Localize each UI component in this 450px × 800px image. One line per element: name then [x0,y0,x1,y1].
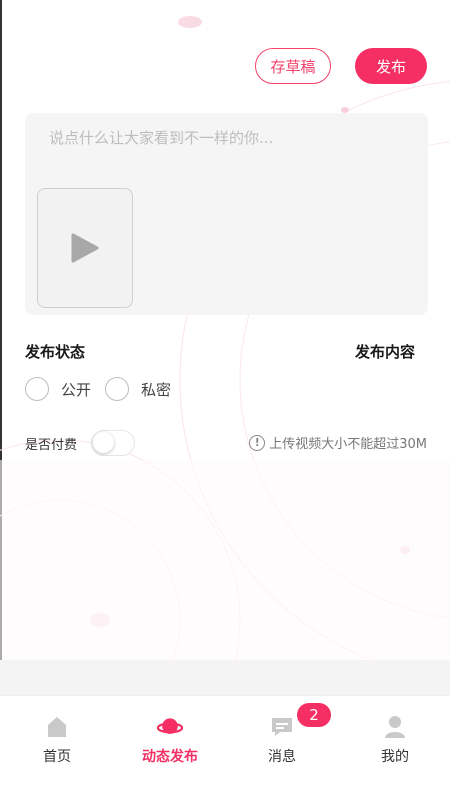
radio-public-label: 公开 [61,380,92,399]
tab-profile-label: 我的 [381,749,409,765]
radio-private-label: 私密 [141,380,172,399]
video-upload-button[interactable] [37,188,133,308]
upload-hint-text: 上传视频大小不能超过30M [269,437,427,452]
publish-status-title: 发布状态 [25,343,86,361]
compose-card [25,113,428,315]
tab-home-label: 首页 [43,749,71,765]
radio-circle[interactable] [105,377,130,401]
toggle-knob[interactable] [93,432,115,453]
content-bottom-strip [0,660,450,695]
message-badge: 2 [297,703,331,727]
paid-toggle[interactable] [91,430,136,456]
upload-size-hint: ! 上传视频大小不能超过30M [249,433,427,452]
publish-button[interactable]: 发布 [355,48,427,84]
info-icon: ! [249,434,266,451]
radio-circle[interactable] [25,377,49,401]
publish-content-title[interactable]: 发布内容 [355,341,415,362]
radio-public[interactable]: 公开 [25,377,91,401]
tab-home[interactable]: 首页 [17,714,97,766]
background-decoration [0,16,450,660]
tab-profile[interactable]: 我的 [355,714,435,766]
tab-messages-label: 消息 [268,749,296,765]
message-icon [269,714,295,740]
paid-label: 是否付费 [25,437,78,453]
bottom-tab-bar: 首页 动态发布 消息 我的 [0,695,450,800]
privacy-radio-group: 公开 私密 [25,377,185,401]
save-draft-button[interactable]: 存草稿 [255,48,331,84]
home-icon [44,714,70,740]
planet-icon [157,714,183,740]
paid-row: 是否付费 [25,430,136,456]
post-text-input[interactable] [49,125,409,151]
tab-publish[interactable]: 动态发布 [130,714,210,766]
profile-icon [382,714,408,740]
radio-private[interactable]: 私密 [105,377,171,401]
play-icon [71,233,99,263]
tab-publish-label: 动态发布 [142,749,198,765]
